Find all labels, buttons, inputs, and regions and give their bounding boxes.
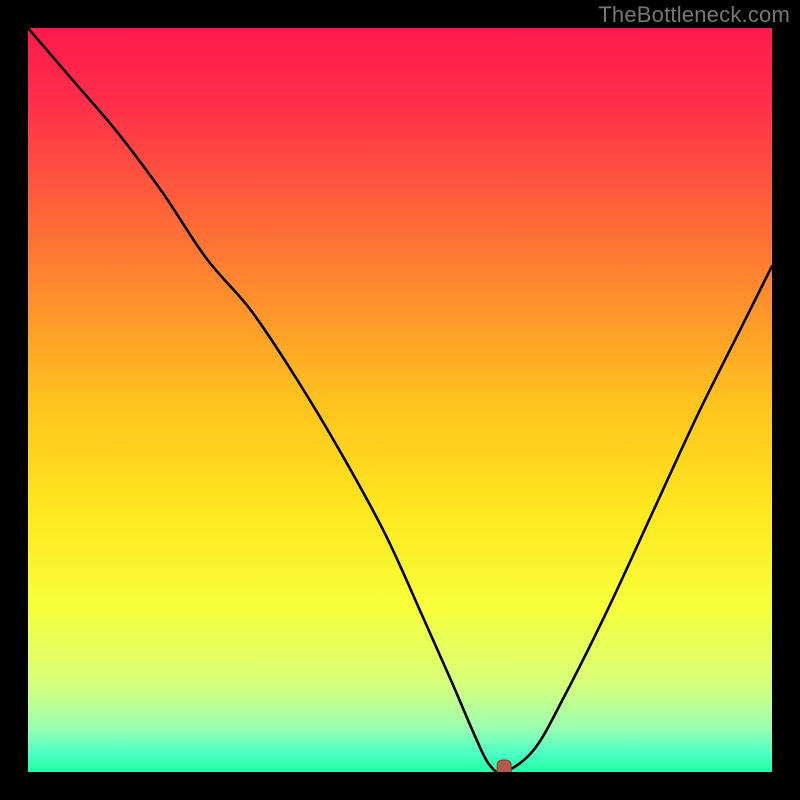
gradient-background bbox=[28, 28, 772, 772]
chart-frame: TheBottleneck.com bbox=[0, 0, 800, 800]
optimal-point-marker bbox=[497, 760, 511, 772]
bottleneck-chart bbox=[28, 28, 772, 772]
watermark-text: TheBottleneck.com bbox=[598, 2, 790, 28]
plot-area bbox=[28, 28, 772, 772]
